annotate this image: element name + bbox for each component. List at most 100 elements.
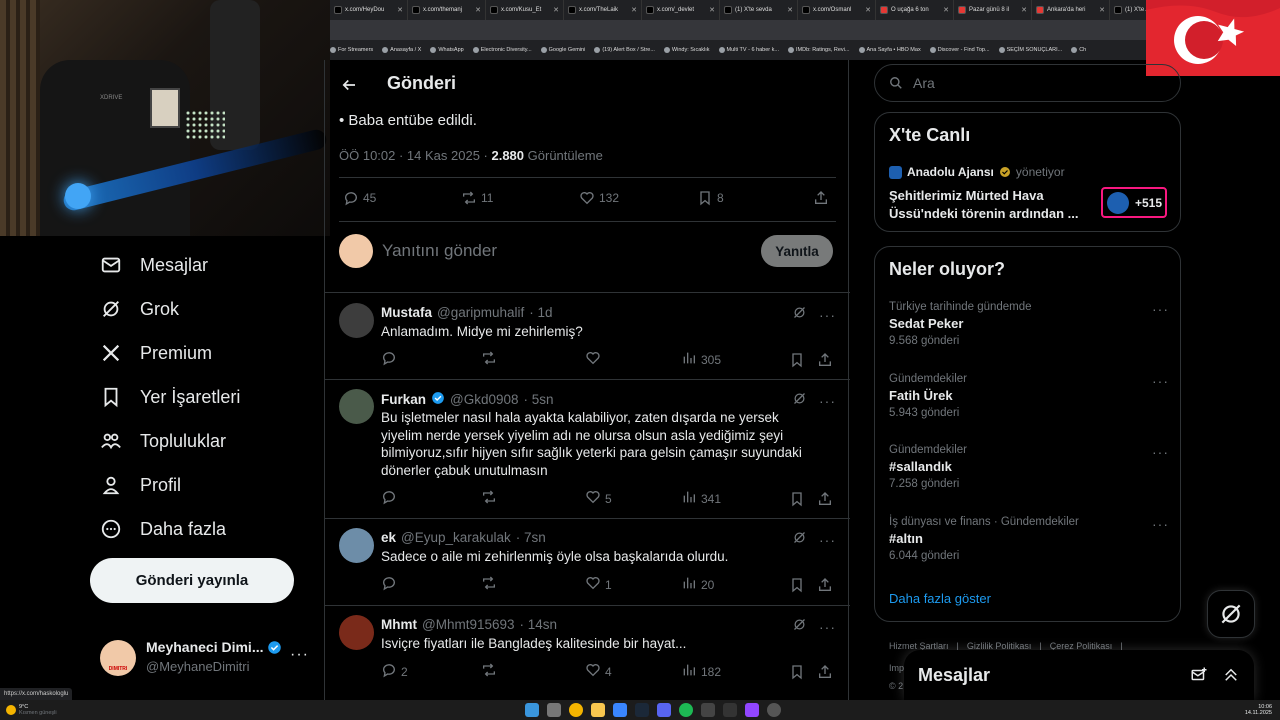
reply-post[interactable]: Furkan @Gkd0908 · 5sn ··· Bu işletmeler nası… bbox=[325, 379, 850, 518]
weather-widget[interactable]: 9°C Kısmen güneşli bbox=[6, 704, 57, 716]
browser-tab[interactable]: x.com/HeyDou ✕ bbox=[330, 0, 408, 20]
nav-item-grok[interactable]: Grok bbox=[100, 294, 179, 324]
account-switcher[interactable]: DIMITRI Meyhaneci Dimi... @MeyhaneDimitr… bbox=[100, 636, 320, 680]
bookmark-item[interactable]: Ch bbox=[1071, 47, 1086, 53]
show-more-link[interactable]: Daha fazla göster bbox=[889, 591, 991, 606]
reply-post[interactable]: Mustafa @garipmuhalif · 1d ··· Anlamadım. Mi… bbox=[325, 293, 850, 379]
heart-action[interactable] bbox=[585, 350, 681, 369]
grok-icon[interactable] bbox=[792, 305, 807, 325]
bookmark-item[interactable]: Windy: Sıcaklık bbox=[663, 47, 710, 53]
bookmark-item[interactable]: For Streamers bbox=[330, 47, 373, 53]
bookmark-action[interactable] bbox=[789, 664, 817, 680]
reply-action[interactable]: 2 bbox=[381, 662, 481, 681]
trend-item[interactable]: Türkiye tarihinde gündemde Sedat Peker 9.5… bbox=[889, 301, 1169, 347]
steam-icon[interactable] bbox=[634, 703, 649, 717]
reply-action[interactable]: 45 bbox=[343, 190, 461, 206]
tab-close-icon[interactable]: ✕ bbox=[397, 6, 403, 14]
live-source[interactable]: Anadolu Ajansı yönetiyor bbox=[889, 165, 1065, 179]
browser-tab[interactable]: x.com/Osmanl ✕ bbox=[798, 0, 876, 20]
browser-address-bar[interactable] bbox=[330, 20, 1280, 40]
bookmark-item[interactable]: IMDb: Ratings, Revi... bbox=[788, 47, 850, 53]
back-arrow-icon[interactable] bbox=[340, 76, 358, 94]
heart-action[interactable]: 5 bbox=[585, 489, 681, 508]
trend-item[interactable]: Gündemdekiler Fatih Ürek 5.943 gönderi ··· bbox=[889, 373, 1169, 419]
bookmark-item[interactable]: Electronic Diversity... bbox=[472, 47, 532, 53]
browser-tab[interactable]: Ankara'da heri ✕ bbox=[1032, 0, 1110, 20]
avatar[interactable] bbox=[339, 528, 374, 563]
grok-icon[interactable] bbox=[792, 391, 807, 411]
expand-up-icon[interactable] bbox=[1222, 666, 1240, 684]
repost-action[interactable] bbox=[481, 350, 585, 369]
bookmark-item[interactable]: Google Gemini bbox=[540, 47, 585, 53]
trend-item[interactable]: Gündemdekiler #sallandık 7.258 gönderi ··· bbox=[889, 444, 1169, 490]
bookmark-item[interactable]: (19) Alert Box / Stre... bbox=[594, 47, 655, 53]
avatar[interactable] bbox=[339, 303, 374, 338]
like-action[interactable]: 132 bbox=[579, 190, 697, 206]
bookmark-item[interactable]: Anasayfa / X bbox=[382, 47, 421, 53]
heart-action[interactable]: 4 bbox=[585, 662, 681, 681]
reply-post[interactable]: ek @Eyup_karakulak · 7sn ··· Sadece o aile m… bbox=[325, 518, 850, 605]
app-icon[interactable] bbox=[766, 703, 781, 717]
live-headline[interactable]: Şehitlerimiz Mürted Hava Üssü'ndeki töre… bbox=[889, 187, 1089, 223]
app-icon[interactable] bbox=[722, 703, 737, 717]
browser-tab[interactable]: Pazar günü 8 il ✕ bbox=[954, 0, 1032, 20]
reply-action[interactable] bbox=[381, 350, 481, 369]
messages-drawer[interactable]: Mesajlar bbox=[904, 650, 1254, 700]
reply-input[interactable]: Yanıtını gönder bbox=[382, 241, 497, 261]
reply-time[interactable]: · 1d bbox=[529, 305, 552, 320]
share-action[interactable] bbox=[817, 352, 833, 368]
views-action[interactable]: 341 bbox=[681, 489, 789, 508]
live-listeners-badge[interactable]: +515 bbox=[1101, 187, 1167, 218]
post-timestamp[interactable]: ÖÖ 10:02 · 14 Kas 2025 · bbox=[339, 148, 491, 163]
system-clock[interactable]: 10:06 14.11.2025 bbox=[1245, 704, 1272, 717]
tab-close-icon[interactable]: ✕ bbox=[631, 6, 637, 14]
more-dots-icon[interactable]: ··· bbox=[819, 619, 836, 635]
author-handle[interactable]: @garipmuhalif bbox=[437, 305, 524, 320]
search-icon[interactable] bbox=[546, 703, 561, 717]
bookmark-action[interactable] bbox=[789, 352, 817, 368]
share-action[interactable] bbox=[817, 577, 833, 593]
author-name[interactable]: ek bbox=[381, 530, 396, 545]
new-message-icon[interactable] bbox=[1190, 666, 1208, 684]
repost-action[interactable] bbox=[481, 575, 585, 594]
reply-time[interactable]: · 7sn bbox=[516, 530, 546, 545]
reply-time[interactable]: · 5sn bbox=[524, 392, 554, 407]
nav-item-premium[interactable]: Premium bbox=[100, 338, 212, 368]
reply-time[interactable]: · 14sn bbox=[520, 617, 558, 632]
obs-icon[interactable] bbox=[744, 703, 759, 717]
more-dots-icon[interactable]: ··· bbox=[1152, 373, 1169, 389]
grok-fab[interactable] bbox=[1207, 590, 1255, 638]
more-dots-icon[interactable]: ··· bbox=[819, 307, 836, 323]
windows-start-icon[interactable] bbox=[524, 703, 539, 717]
more-dots-icon[interactable]: ··· bbox=[1152, 444, 1169, 460]
nav-item-daha-fazla[interactable]: Daha fazla bbox=[100, 514, 226, 544]
tab-close-icon[interactable]: ✕ bbox=[1021, 6, 1027, 14]
tab-close-icon[interactable]: ✕ bbox=[865, 6, 871, 14]
spotify-icon[interactable] bbox=[678, 703, 693, 717]
chrome-icon[interactable] bbox=[568, 703, 583, 717]
tab-close-icon[interactable]: ✕ bbox=[943, 6, 949, 14]
bookmark-action[interactable] bbox=[789, 491, 817, 507]
reply-button[interactable]: Yanıtla bbox=[761, 235, 833, 267]
heart-action[interactable]: 1 bbox=[585, 575, 681, 594]
author-name[interactable]: Furkan bbox=[381, 392, 426, 407]
reply-action[interactable] bbox=[381, 575, 481, 594]
browser-tab[interactable]: (1) X'te sevda ✕ bbox=[720, 0, 798, 20]
reply-post[interactable]: Mhmt @Mhmt915693 · 14sn ··· Isviçre fiyatlar… bbox=[325, 605, 850, 692]
nav-item-profil[interactable]: Profil bbox=[100, 470, 181, 500]
grok-icon[interactable] bbox=[792, 617, 807, 637]
nav-item-mesajlar[interactable]: Mesajlar bbox=[100, 250, 208, 280]
avatar[interactable] bbox=[339, 615, 374, 650]
repost-action[interactable]: 11 bbox=[461, 190, 579, 206]
more-dots-icon[interactable]: ··· bbox=[1152, 516, 1169, 532]
file-explorer-icon[interactable] bbox=[590, 703, 605, 717]
post-button[interactable]: Gönderi yayınla bbox=[90, 558, 294, 603]
tab-close-icon[interactable]: ✕ bbox=[787, 6, 793, 14]
bookmark-action[interactable] bbox=[789, 577, 817, 593]
author-name[interactable]: Mustafa bbox=[381, 305, 432, 320]
epic-games-icon[interactable] bbox=[700, 703, 715, 717]
trend-item[interactable]: İş dünyası ve finans · Gündemdekiler #alt… bbox=[889, 516, 1169, 562]
browser-tab[interactable]: x.com/TheLaik ✕ bbox=[564, 0, 642, 20]
footer-link-partial[interactable]: Imp bbox=[889, 663, 904, 673]
bookmark-item[interactable]: Multi TV - 6 haber k... bbox=[718, 47, 779, 53]
